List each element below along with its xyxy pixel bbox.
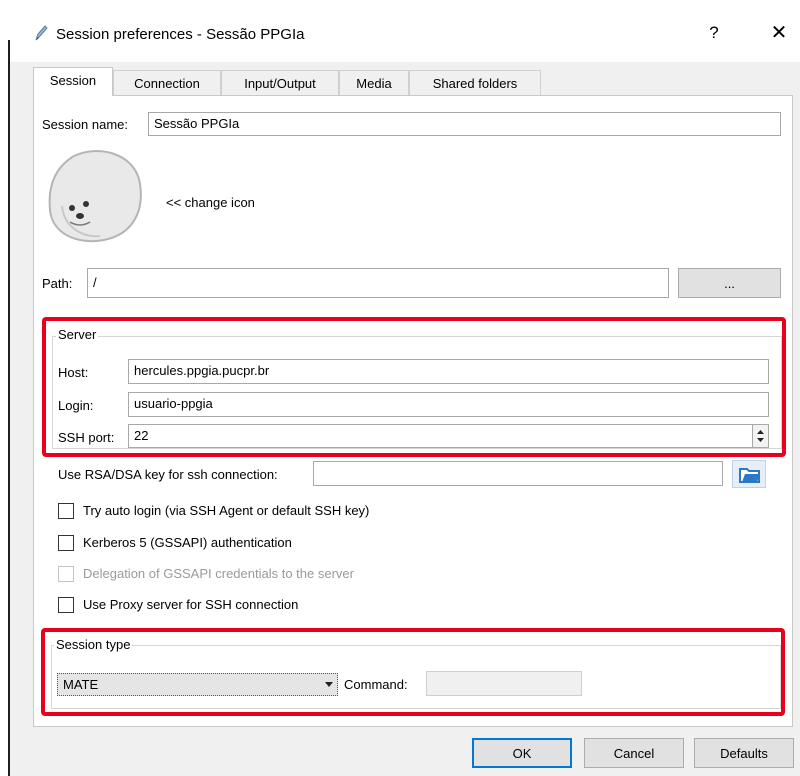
kerberos-checkbox[interactable] bbox=[58, 535, 74, 551]
tab-media[interactable]: Media bbox=[339, 70, 409, 96]
close-button[interactable]: ✕ bbox=[764, 20, 794, 46]
help-button[interactable]: ? bbox=[700, 20, 728, 46]
kerberos-label: Kerberos 5 (GSSAPI) authentication bbox=[83, 535, 292, 550]
auto-login-checkbox[interactable] bbox=[58, 503, 74, 519]
cancel-button[interactable]: Cancel bbox=[584, 738, 684, 768]
host-input[interactable]: hercules.ppgia.pucpr.br bbox=[128, 359, 769, 384]
defaults-button[interactable]: Defaults bbox=[694, 738, 794, 768]
tab-session[interactable]: Session bbox=[33, 67, 113, 96]
path-input[interactable]: / bbox=[87, 268, 669, 298]
ssh-port-spinbox[interactable]: 22 bbox=[128, 424, 769, 448]
proxy-checkbox[interactable] bbox=[58, 597, 74, 613]
background-window-edge bbox=[0, 0, 10, 776]
rsa-key-input[interactable] bbox=[313, 461, 723, 486]
tab-input-output[interactable]: Input/Output bbox=[221, 70, 339, 96]
session-type-select[interactable]: MATE bbox=[57, 673, 338, 696]
path-label: Path: bbox=[42, 276, 73, 291]
spin-arrows-icon bbox=[757, 430, 764, 442]
tab-shared-folders[interactable]: Shared folders bbox=[409, 70, 541, 96]
window-title: Session preferences - Sessão PPGIa bbox=[56, 26, 305, 43]
folder-open-icon bbox=[739, 468, 760, 483]
delegation-checkbox bbox=[58, 566, 74, 582]
login-input[interactable]: usuario-ppgia bbox=[128, 392, 769, 417]
ssh-port-label: SSH port: bbox=[58, 430, 115, 445]
command-label: Command: bbox=[344, 677, 408, 692]
rsa-key-label: Use RSA/DSA key for ssh connection: bbox=[58, 467, 278, 482]
proxy-label: Use Proxy server for SSH connection bbox=[83, 597, 299, 612]
ok-button[interactable]: OK bbox=[472, 738, 572, 768]
tab-connection[interactable]: Connection bbox=[113, 70, 221, 96]
delegation-label: Delegation of GSSAPI credentials to the … bbox=[83, 566, 354, 581]
session-name-input[interactable]: Sessão PPGIa bbox=[148, 112, 781, 136]
chevron-down-icon bbox=[325, 682, 333, 687]
session-type-group-title: Session type bbox=[54, 637, 133, 652]
port-spin-arrows[interactable] bbox=[752, 425, 768, 447]
browse-key-button[interactable] bbox=[732, 460, 766, 488]
seal-icon[interactable] bbox=[44, 146, 152, 246]
change-icon-label[interactable]: << change icon bbox=[166, 195, 255, 210]
login-label: Login: bbox=[58, 398, 94, 413]
browse-path-button[interactable]: ... bbox=[678, 268, 781, 298]
auto-login-label: Try auto login (via SSH Agent or default… bbox=[83, 503, 370, 518]
pencil-icon bbox=[35, 25, 48, 41]
session-name-label: Session name: bbox=[42, 117, 128, 132]
session-type-selected: MATE bbox=[63, 677, 99, 692]
command-input bbox=[426, 671, 582, 696]
ssh-port-value: 22 bbox=[134, 428, 149, 443]
server-group-title: Server bbox=[56, 327, 99, 342]
host-label: Host: bbox=[58, 365, 89, 380]
